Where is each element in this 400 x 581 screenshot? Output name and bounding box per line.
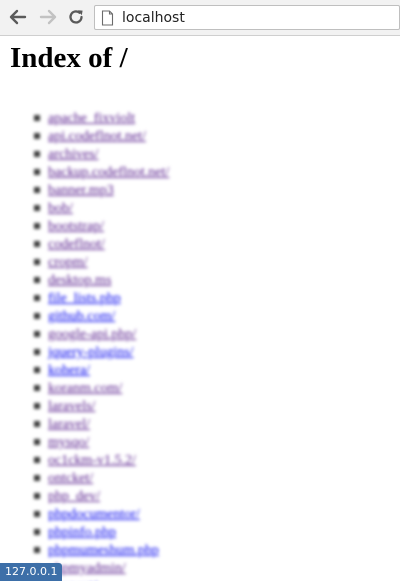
list-item: api.codeflnot.net/ xyxy=(33,127,169,145)
list-item: bootstrap/ xyxy=(33,217,169,235)
list-item: laravels/ xyxy=(33,397,169,415)
list-item: codeflnot/ xyxy=(33,235,169,253)
arrow-right-icon xyxy=(39,9,57,25)
list-item: php_dev/ xyxy=(33,487,169,505)
directory-link[interactable]: file_lists.php xyxy=(48,291,121,306)
list-item: koranm.com/ xyxy=(33,379,169,397)
directory-link[interactable]: koranm.com/ xyxy=(48,381,122,396)
browser-toolbar: localhost xyxy=(0,0,400,36)
url-text[interactable]: localhost xyxy=(122,11,185,25)
forward-button[interactable] xyxy=(38,7,58,27)
page-title: Index of / xyxy=(10,42,128,74)
list-item: file_lists.php xyxy=(33,289,169,307)
list-item: apache_fixviolt xyxy=(33,109,169,127)
directory-link[interactable]: laravel/ xyxy=(48,417,90,432)
list-item: phpmyadmin/ xyxy=(33,559,169,577)
list-item: jquery-plugins/ xyxy=(33,343,169,361)
list-item: laravel/ xyxy=(33,415,169,433)
directory-link[interactable]: mysqo/ xyxy=(48,435,89,450)
list-item: kohera/ xyxy=(33,361,169,379)
list-item: archives/ xyxy=(33,145,169,163)
directory-link[interactable]: cropm/ xyxy=(48,255,88,270)
list-item: github.com/ xyxy=(33,307,169,325)
directory-link[interactable]: archives/ xyxy=(48,147,99,162)
directory-link[interactable]: backup.codeflnot.net/ xyxy=(48,165,169,180)
address-bar[interactable]: localhost xyxy=(94,5,400,30)
page-content: Index of / apache_fixviolt api.codeflnot.… xyxy=(0,36,400,581)
list-item: phpnext/ xyxy=(48,577,169,581)
list-item: banner.mp3 xyxy=(33,181,169,199)
directory-link[interactable]: phpinfo.php xyxy=(48,525,116,540)
directory-link[interactable]: google-api.php/ xyxy=(48,327,136,342)
list-item: phpdocumentor/ xyxy=(33,505,169,523)
directory-link[interactable]: api.codeflnot.net/ xyxy=(48,129,146,144)
list-item: phpmumeshum.php xyxy=(33,541,169,559)
directory-link[interactable]: bootstrap/ xyxy=(48,219,104,234)
list-item: desktop.ms xyxy=(33,271,169,289)
directory-link[interactable]: github.com/ xyxy=(48,309,115,324)
list-item: cropm/ xyxy=(33,253,169,271)
list-item: ontcket/ xyxy=(33,469,169,487)
directory-link[interactable]: phpdocumentor/ xyxy=(48,507,140,522)
directory-link[interactable]: kohera/ xyxy=(48,363,90,378)
directory-listing: apache_fixviolt api.codeflnot.net/archive… xyxy=(33,109,169,581)
list-item: google-api.php/ xyxy=(33,325,169,343)
status-bubble: 127.0.0.1 xyxy=(0,563,63,581)
list-item: backup.codeflnot.net/ xyxy=(33,163,169,181)
directory-link[interactable]: bob/ xyxy=(48,201,73,216)
arrow-left-icon xyxy=(9,9,27,25)
directory-link[interactable]: desktop.ms xyxy=(48,273,111,288)
directory-link[interactable]: apache_fixviolt xyxy=(48,111,135,126)
directory-link[interactable]: codeflnot/ xyxy=(48,237,105,252)
directory-link[interactable]: php_dev/ xyxy=(48,489,100,504)
directory-link[interactable]: laravels/ xyxy=(48,399,95,414)
directory-link[interactable]: ontcket/ xyxy=(48,471,93,486)
list-item: oc1ckm-v1.5.2/ xyxy=(33,451,169,469)
reload-icon xyxy=(67,8,85,26)
page-icon xyxy=(101,9,115,26)
directory-link[interactable]: phpmumeshum.php xyxy=(48,543,159,558)
directory-link[interactable]: oc1ckm-v1.5.2/ xyxy=(48,453,136,468)
directory-link[interactable]: banner.mp3 xyxy=(48,183,114,198)
directory-link[interactable]: jquery-plugins/ xyxy=(48,345,134,360)
reload-button[interactable] xyxy=(66,7,86,27)
list-item: bob/ xyxy=(33,199,169,217)
list-item: phpinfo.php xyxy=(33,523,169,541)
list-item: mysqo/ xyxy=(33,433,169,451)
back-button[interactable] xyxy=(8,7,28,27)
